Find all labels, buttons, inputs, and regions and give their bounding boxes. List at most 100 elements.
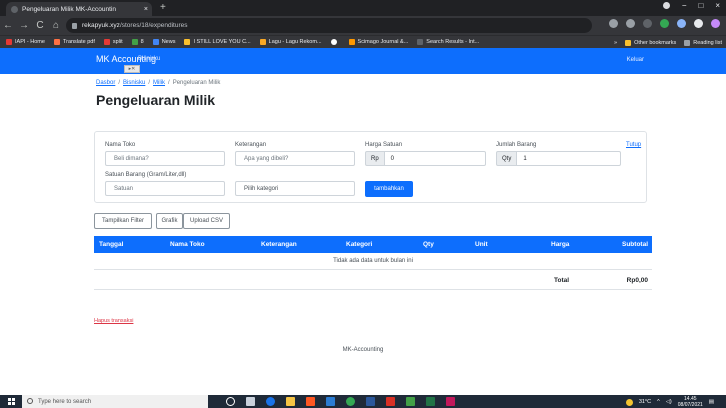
- column-header: Harga: [551, 241, 570, 248]
- chrome-icon[interactable]: [346, 397, 355, 406]
- quantity-label: Jumlah Barang: [496, 142, 537, 148]
- unit-price-label: Harga Satuan: [365, 142, 403, 148]
- taskbar-apps: [226, 397, 455, 406]
- tab-close-icon[interactable]: ×: [144, 6, 148, 13]
- nav-link-bisnisku[interactable]: Bisnisku: [138, 56, 160, 62]
- close-window-icon[interactable]: ×: [715, 1, 720, 10]
- home-icon[interactable]: ⌂: [48, 20, 64, 31]
- bookmark-item[interactable]: Lagu - Lagu Rekom...: [259, 39, 322, 45]
- avatar[interactable]: [711, 19, 720, 28]
- bookmark-item[interactable]: 8: [131, 39, 144, 45]
- reading-list-icon: [684, 39, 691, 46]
- star-icon[interactable]: [626, 19, 635, 28]
- tray-chevron-icon[interactable]: ^: [657, 399, 660, 405]
- word-icon[interactable]: [366, 397, 375, 406]
- extension-icon[interactable]: [677, 19, 686, 28]
- file-explorer-icon[interactable]: [286, 397, 295, 406]
- cortana-icon[interactable]: [226, 397, 235, 406]
- weather-temp[interactable]: 31°C: [639, 399, 651, 405]
- puzzle-icon[interactable]: [694, 19, 703, 28]
- edge-icon[interactable]: [266, 397, 275, 406]
- unit-input[interactable]: Satuan: [105, 181, 225, 196]
- show-filter-button[interactable]: Tampilkan Filter: [94, 213, 152, 229]
- breadcrumb-separator: /: [148, 80, 151, 86]
- breadcrumb-dasbor[interactable]: Dasbor: [96, 80, 115, 86]
- empty-message: Tidak ada data untuk bulan ini: [94, 253, 652, 270]
- minimize-icon[interactable]: −: [682, 1, 687, 10]
- column-header: Subtotal: [622, 241, 648, 248]
- close-form-link[interactable]: Tutup: [626, 142, 641, 148]
- url-host: rekapyuk.xyz: [82, 22, 120, 29]
- other-bookmarks[interactable]: Other bookmarks: [625, 39, 676, 46]
- quantity-input[interactable]: Qty 1: [496, 151, 621, 166]
- upload-csv-button[interactable]: Upload CSV: [183, 213, 230, 229]
- reading-list[interactable]: Reading list: [684, 39, 722, 46]
- description-label: Keterangan: [235, 142, 267, 148]
- unit-label: Satuan Barang (Gram/Liter,dll): [105, 172, 187, 178]
- table-header: Tanggal Nama Toko Keterangan Kategori Qt…: [94, 236, 652, 253]
- app-icon[interactable]: [306, 397, 315, 406]
- quantity-value[interactable]: 1: [517, 151, 621, 166]
- extension-icon[interactable]: [643, 19, 652, 28]
- zoom-icon[interactable]: [609, 19, 618, 28]
- total-label: Total: [554, 277, 570, 284]
- bookmarks-overflow-icon[interactable]: »: [614, 40, 617, 46]
- bookmark-item[interactable]: split: [103, 39, 123, 45]
- add-button[interactable]: tambahkan: [365, 181, 413, 197]
- clock-date: 08/07/2021: [677, 402, 703, 408]
- maximize-icon[interactable]: □: [698, 1, 703, 10]
- store-name-input[interactable]: Beli dimana?: [105, 151, 225, 166]
- reload-icon[interactable]: C: [32, 20, 48, 31]
- weather-icon[interactable]: [625, 398, 633, 406]
- column-header: Kategori: [346, 241, 373, 248]
- store-name-label: Nama Toko: [105, 142, 136, 148]
- volume-icon[interactable]: ◁): [666, 399, 672, 405]
- app-icon[interactable]: [406, 397, 415, 406]
- back-icon[interactable]: ←: [0, 20, 16, 31]
- excel-icon[interactable]: [426, 397, 435, 406]
- chart-button[interactable]: Grafik: [156, 213, 183, 229]
- bookmark-item[interactable]: News: [152, 39, 175, 45]
- new-tab-icon[interactable]: +: [160, 2, 166, 13]
- breadcrumb-milik[interactable]: Milik: [153, 80, 165, 86]
- bookmark-icon: [417, 39, 424, 45]
- logout-link[interactable]: Keluar: [627, 57, 644, 63]
- total-value: Rp0,00: [626, 277, 648, 284]
- tab-title: Pengeluaran Milik MK-Accountin: [22, 5, 116, 13]
- extension-icon[interactable]: [660, 19, 669, 28]
- bookmark-item[interactable]: [330, 39, 340, 45]
- task-view-icon[interactable]: [246, 397, 255, 406]
- bookmarks-bar: IAPI - Home Translate pdf split 8 News I…: [0, 35, 726, 48]
- bookmark-item[interactable]: I STILL LOVE YOU C...: [184, 39, 251, 45]
- expense-form: Nama Toko Beli dimana? Keterangan Apa ya…: [94, 131, 647, 203]
- breadcrumb-bisnisku[interactable]: Bisnisku: [123, 80, 145, 86]
- window-controls: − □ ×: [662, 1, 720, 10]
- category-select[interactable]: Pilih kategori: [235, 181, 355, 196]
- notifications-icon[interactable]: ▤: [709, 399, 714, 405]
- taskbar-search-input[interactable]: Type here to search: [22, 395, 208, 408]
- windows-start-icon[interactable]: [8, 398, 15, 405]
- profile-icon[interactable]: [662, 2, 670, 9]
- bookmark-item[interactable]: IAPI - Home: [6, 39, 45, 45]
- browser-tab-bar: Pengeluaran Milik MK-Accountin × + − □ ×: [0, 0, 726, 16]
- bookmark-icon: [131, 39, 138, 45]
- unit-price-input[interactable]: Rp 0: [365, 151, 486, 166]
- clock[interactable]: 14.45 08/07/2021: [678, 396, 703, 408]
- page-title: Pengeluaran Milik: [96, 92, 216, 108]
- browser-tab[interactable]: Pengeluaran Milik MK-Accountin ×: [6, 2, 152, 16]
- mail-icon[interactable]: [326, 397, 335, 406]
- app-icon[interactable]: [446, 397, 455, 406]
- globe-icon: [11, 5, 18, 13]
- acrobat-icon[interactable]: [386, 397, 395, 406]
- forward-icon[interactable]: →: [16, 20, 32, 31]
- delete-transaction-link[interactable]: Hapus transaksi: [94, 318, 133, 324]
- bookmark-item[interactable]: Translate pdf: [53, 39, 95, 45]
- column-header: Unit: [475, 241, 488, 248]
- url-input[interactable]: rekapyuk.xyz /stores/18/expenditures: [66, 18, 592, 33]
- description-input[interactable]: Apa yang dibeli?: [235, 151, 355, 166]
- bookmark-item[interactable]: Scimago Journal &...: [348, 39, 408, 45]
- bookmark-item[interactable]: Search Results - Int...: [417, 39, 479, 45]
- bookmark-icon: [259, 39, 266, 45]
- column-header: Nama Toko: [170, 241, 205, 248]
- unit-price-value[interactable]: 0: [384, 151, 486, 166]
